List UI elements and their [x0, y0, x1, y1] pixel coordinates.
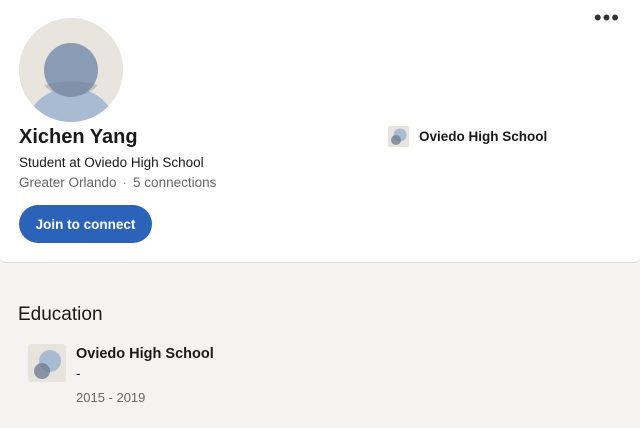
current-school-label: Oviedo High School: [419, 129, 548, 144]
profile-card: ••• Xichen Yang Student at Oviedo High S…: [0, 0, 640, 263]
school-logo-icon: [388, 126, 409, 147]
education-degree: -: [76, 366, 81, 381]
ellipsis-icon[interactable]: •••: [594, 7, 620, 29]
education-details: Oviedo High School - 2015 - 2019: [76, 344, 214, 405]
profile-name: Xichen Yang: [19, 126, 138, 148]
current-school-link[interactable]: Oviedo High School: [388, 126, 547, 147]
profile-location: Greater Orlando: [19, 175, 117, 190]
education-dates: 2015 - 2019: [76, 390, 146, 405]
profile-meta: Greater Orlando · 5 connections: [19, 175, 216, 190]
profile-headline: Student at Oviedo High School: [19, 155, 204, 170]
education-section-title: Education: [18, 304, 103, 325]
avatar: [19, 18, 123, 122]
school-logo-icon[interactable]: [28, 344, 66, 382]
education-school-name[interactable]: Oviedo High School: [76, 346, 214, 362]
connections-count: 5 connections: [133, 175, 217, 190]
join-to-connect-button[interactable]: Join to connect: [19, 205, 152, 243]
meta-separator: ·: [122, 175, 128, 190]
education-list-item: Oviedo High School - 2015 - 2019: [28, 344, 214, 405]
